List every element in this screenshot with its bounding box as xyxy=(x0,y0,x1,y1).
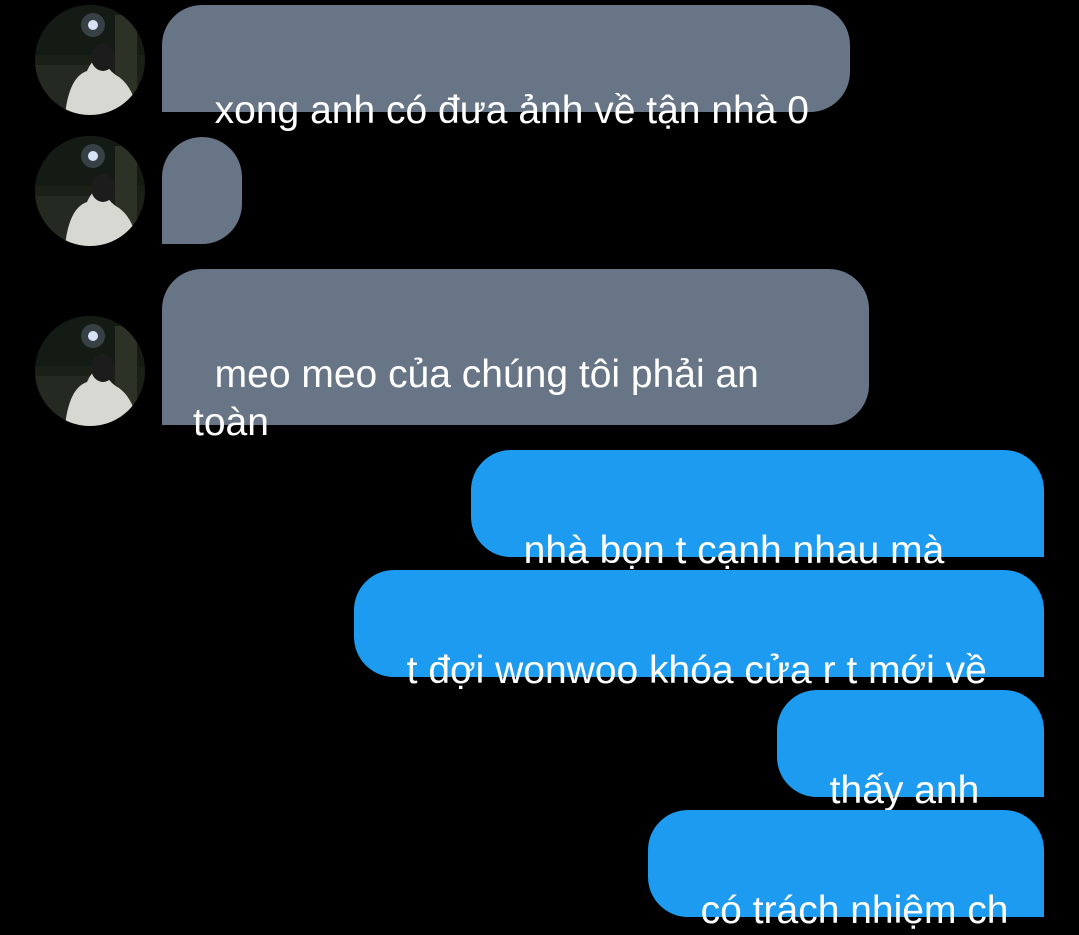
message-bubble-outgoing[interactable]: có trách nhiệm ch xyxy=(648,810,1044,932)
message-bubble-outgoing[interactable]: nhà bọn t cạnh nhau mà xyxy=(471,450,1044,619)
message-bubble-incoming[interactable]: xong anh có đưa ảnh về tận nhà 0 xyxy=(162,5,850,132)
message-text: t đợi wonwoo khóa cửa r t mới về xyxy=(406,649,987,692)
contact-avatar[interactable] xyxy=(35,5,145,115)
message-text: meo meo của chúng tôi phải an toàn xyxy=(193,353,759,444)
message-bubble-incoming[interactable]: ? xyxy=(162,137,242,312)
message-bubble-outgoing[interactable]: t đợi wonwoo khóa cửa r t mới về xyxy=(354,570,1044,692)
contact-avatar[interactable] xyxy=(35,316,145,426)
message-text: có trách nhiệm ch xyxy=(700,889,1009,932)
message-bubble-incoming[interactable]: meo meo của chúng tôi phải an toàn xyxy=(162,269,869,444)
contact-avatar[interactable] xyxy=(35,136,145,246)
message-text: nhà bọn t cạnh nhau mà xyxy=(523,529,945,572)
message-text: xong anh có đưa ảnh về tận nhà 0 xyxy=(214,89,809,132)
message-bubble-outgoing[interactable]: thấy anh m xyxy=(777,690,1044,860)
